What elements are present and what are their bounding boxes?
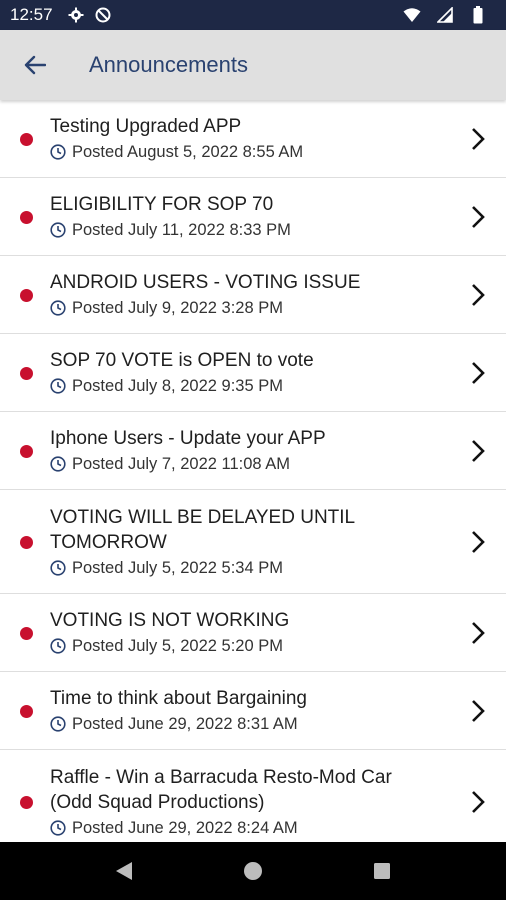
announcement-item[interactable]: Raffle - Win a Barracuda Resto-Mod Car (…: [0, 750, 506, 842]
unread-dot: [20, 444, 33, 458]
announcement-posted-date: Posted July 5, 2022 5:34 PM: [72, 558, 283, 577]
unread-dot: [20, 795, 33, 809]
home-circle-icon: [243, 861, 263, 881]
announcement-item[interactable]: ANDROID USERS - VOTING ISSUE Posted July…: [0, 256, 506, 334]
chevron-right-icon: [468, 789, 488, 815]
unread-dot: [20, 704, 33, 718]
announcement-title: SOP 70 VOTE is OPEN to vote: [50, 350, 314, 371]
announcement-item[interactable]: SOP 70 VOTE is OPEN to vote Posted July …: [0, 334, 506, 412]
clock-icon: [50, 638, 66, 654]
announcement-title: VOTING IS NOT WORKING: [50, 610, 290, 631]
clock-icon: [50, 378, 66, 394]
announcement-title: Iphone Users - Update your APP: [50, 428, 326, 449]
announcement-title: Raffle - Win a Barracuda Resto-Mod Car (…: [50, 766, 392, 813]
announcement-item[interactable]: Iphone Users - Update your APP Posted Ju…: [0, 412, 506, 490]
announcement-posted-date: Posted July 5, 2022 5:20 PM: [72, 637, 283, 655]
nav-recents-button[interactable]: [362, 851, 402, 891]
unread-dot: [20, 210, 33, 224]
nav-home-button[interactable]: [233, 851, 273, 891]
clock-icon: [50, 819, 66, 836]
announcement-item[interactable]: VOTING WILL BE DELAYED UNTIL TOMORROW Po…: [0, 490, 506, 594]
announcement-posted-date: Posted July 7, 2022 11:08 AM: [72, 455, 291, 473]
chevron-right-icon: [468, 282, 488, 308]
page-title: Announcements: [89, 52, 248, 77]
announcement-posted-date: Posted June 29, 2022 8:31 AM: [72, 715, 298, 733]
announcement-item[interactable]: VOTING IS NOT WORKING Posted July 5, 202…: [0, 594, 506, 672]
clock-icon: [50, 144, 66, 160]
arrow-left-icon: [24, 55, 46, 75]
clock-icon: [50, 222, 66, 238]
chevron-right-icon: [468, 360, 488, 386]
status-time: 12:57: [10, 5, 53, 24]
announcement-item[interactable]: Testing Upgraded APP Posted August 5, 20…: [0, 100, 506, 178]
cell-signal-icon: [436, 6, 454, 24]
announcement-posted-date: Posted August 5, 2022 8:55 AM: [72, 143, 304, 161]
battery-icon: [469, 6, 487, 24]
announcement-item[interactable]: Time to think about Bargaining Posted Ju…: [0, 672, 506, 750]
nav-back-button[interactable]: [104, 851, 144, 891]
announcement-title: VOTING WILL BE DELAYED UNTIL TOMORROW: [50, 506, 355, 553]
chevron-right-icon: [468, 126, 488, 152]
clock-icon: [50, 716, 66, 732]
chevron-right-icon: [468, 620, 488, 646]
recents-square-icon: [373, 862, 391, 880]
system-nav-bar: [0, 842, 506, 900]
unread-dot: [20, 535, 33, 549]
unread-dot: [20, 626, 33, 640]
announcement-posted-date: Posted July 8, 2022 9:35 PM: [72, 377, 283, 395]
announcement-item[interactable]: ELIGIBILITY FOR SOP 70 Posted July 11, 2…: [0, 178, 506, 256]
unread-dot: [20, 366, 33, 380]
announcement-title: Testing Upgraded APP: [50, 116, 242, 137]
settings-gear-icon: [67, 6, 85, 24]
unread-dot: [20, 132, 33, 146]
back-button[interactable]: [0, 30, 70, 100]
unread-dot: [20, 288, 33, 302]
announcement-title: ELIGIBILITY FOR SOP 70: [50, 194, 274, 215]
announcement-posted-date: Posted July 9, 2022 3:28 PM: [72, 299, 283, 317]
status-bar: 12:57: [0, 0, 506, 30]
announcement-list[interactable]: Testing Upgraded APP Posted August 5, 20…: [0, 100, 506, 842]
announcement-posted-date: Posted June 29, 2022 8:24 AM: [72, 818, 298, 837]
chevron-right-icon: [468, 698, 488, 724]
do-not-disturb-icon: [94, 6, 112, 24]
announcement-posted-date: Posted July 11, 2022 8:33 PM: [72, 221, 291, 239]
clock-icon: [50, 456, 66, 472]
clock-icon: [50, 300, 66, 316]
wifi-icon: [403, 6, 421, 24]
chevron-right-icon: [468, 438, 488, 464]
announcement-title: ANDROID USERS - VOTING ISSUE: [50, 272, 361, 293]
back-triangle-icon: [115, 861, 133, 881]
clock-icon: [50, 559, 66, 576]
chevron-right-icon: [468, 204, 488, 230]
announcement-title: Time to think about Bargaining: [50, 688, 308, 709]
app-bar: Announcements: [0, 30, 506, 100]
chevron-right-icon: [468, 529, 488, 555]
